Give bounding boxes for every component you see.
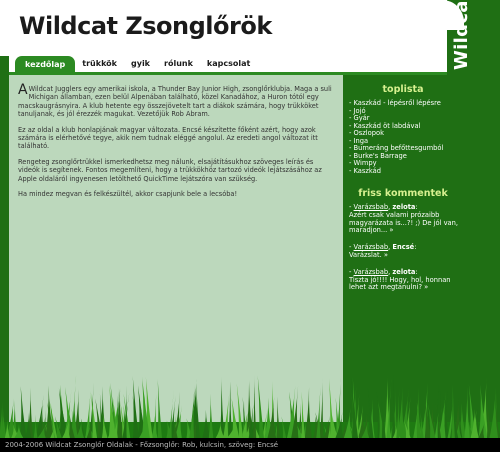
list-item: - Kaszkád [349,167,463,176]
comments-list: - Varázsbab, zelota: Azért csak valami pr… [343,203,463,292]
page-frame: Wildcat Zsonglőrök Wildcat kezdőlap trük… [0,0,500,438]
comment-item: - Varázsbab, zelota: Tiszta jó!!!! Hogy, … [349,267,461,292]
grass-blade [228,380,233,438]
nav-bar: kezdőlap trükkök gyik rólunk kapcsolat [9,56,447,73]
toplist: - Kaszkád - lépésről lépésre - Jojó - Gy… [343,99,463,176]
comment-topic-link[interactable]: Varázsbab [354,268,389,276]
tab-rolunk[interactable]: rólunk [157,56,200,73]
grass-blade [45,385,54,438]
list-item: - Kaszkád - lépésről lépésre [349,99,463,108]
tab-gyik[interactable]: gyik [124,56,157,73]
comment-text: Tiszta jó!!!! Hogy, hol, honnan lehet az… [349,275,451,292]
comment-text: Azért csak valami prózaibb magyarázata i… [349,210,459,235]
comment-more-link[interactable]: » [387,226,393,234]
grass-blade [208,393,214,438]
comment-topic-link[interactable]: Varázsbab [354,203,389,211]
drop-cap: A [18,82,28,98]
grass-decoration [0,374,500,438]
article-paragraph-3: Rengeteg zsonglőrtrükkel ismerkedhetsz m… [18,158,322,183]
tab-trukkok[interactable]: trükkök [75,56,124,73]
vertical-site-title: Wildcat [451,0,472,70]
comment-author: zelota [392,267,416,276]
footer: 2004-2006 Wildcat Zsonglőr Oldalak - Főz… [0,438,500,452]
article: A Wildcat Jugglers egy amerikai iskola, … [9,75,343,199]
grass-blade [391,374,396,438]
comment-item: - Varázsbab, Encsé: Varázslat. » [349,243,461,260]
comment-text: Varázslat. [349,250,382,259]
grass-blade [464,386,470,438]
comment-more-link[interactable]: » [382,251,388,259]
grass-blades [0,374,500,438]
vertical-title-area: Wildcat [451,0,500,80]
comment-author: Encsé [392,243,415,252]
comments-heading: friss kommentek [358,188,448,199]
comment-author: zelota [392,203,416,211]
comment-colon: : [415,267,418,276]
toplist-heading: toplista [382,84,424,95]
toplist-link[interactable]: - Kaszkád [349,167,381,175]
article-paragraph-4: Ha mindez megvan és felkészültél, akkor … [18,190,238,199]
site-title: Wildcat Zsonglőrök [19,12,272,40]
tab-kapcsolat[interactable]: kapcsolat [200,56,257,73]
comment-item: - Varázsbab, zelota: Azért csak valami pr… [349,203,461,235]
article-text-1: Wildcat Jugglers egy amerikai iskola, a … [18,85,332,118]
comment-topic-link[interactable]: Varázsbab [354,243,389,251]
comment-colon: : [414,243,417,252]
sidebar: toplista - Kaszkád - lépésről lépésre - … [343,75,463,375]
comment-more-link[interactable]: » [422,283,428,291]
article-paragraph-1: A Wildcat Jugglers egy amerikai iskola, … [18,82,334,118]
comment-colon: : [415,203,418,211]
article-paragraph-2: Ez az oldal a klub honlapjának magyar vá… [18,125,318,151]
grass-blade [253,374,257,438]
tab-kezdolap[interactable]: kezdőlap [15,56,76,73]
